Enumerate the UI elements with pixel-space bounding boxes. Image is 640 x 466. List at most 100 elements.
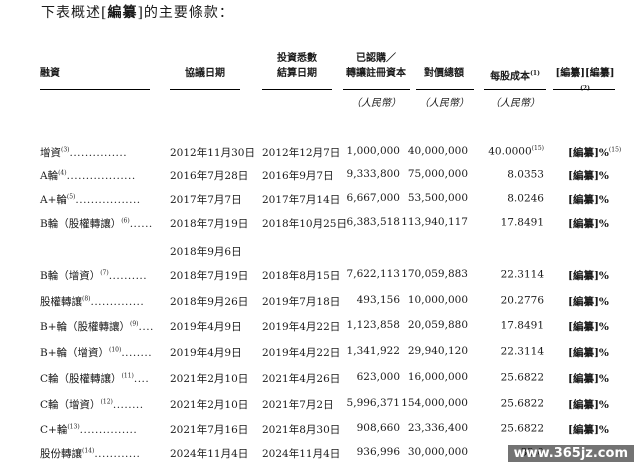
row-financing-label: C輪（股權轉讓）(11).... xyxy=(40,371,149,386)
row-label-note: (14) xyxy=(82,447,95,455)
row-capital: 6,383,518 xyxy=(346,216,400,228)
row-cost-value: 17.8491 xyxy=(500,319,544,332)
row-discount: [編纂]% xyxy=(568,397,609,412)
row-consideration: 29,940,120 xyxy=(407,345,468,357)
row-label-note: (11) xyxy=(121,372,134,380)
row-cost-per-share: 22.3114 xyxy=(470,345,544,358)
row-cost-per-share: 25.6822 xyxy=(470,422,544,435)
row-agreement-date: 2019年4月9日 xyxy=(170,321,242,333)
row-discount-value: [編纂]% xyxy=(568,170,609,182)
row-cost-value: 25.6822 xyxy=(500,422,544,435)
row-cost-per-share: 17.8491 xyxy=(470,216,544,229)
row-discount-value: [編纂]% xyxy=(568,373,609,385)
row-label-note: (4) xyxy=(58,169,67,177)
row-cost-per-share: 22.3114 xyxy=(470,268,544,281)
row-label-note: (13) xyxy=(67,423,80,431)
row-financing-label: B+輪（增資）(10)........ xyxy=(40,345,152,360)
row-discount: [編纂]% xyxy=(568,345,609,360)
rule-financing xyxy=(40,89,150,90)
rule-agreement xyxy=(170,89,240,90)
row-settlement-date: 2019年4月22日 xyxy=(262,347,341,359)
unit-cost: （人民幣） xyxy=(490,98,540,109)
row-financing-label: A輪(4).................. xyxy=(40,168,136,183)
header-consideration: 對價總額 xyxy=(424,68,464,79)
header-discount: [編纂][編纂](2) xyxy=(552,66,618,99)
row-discount: [編纂]%(15) xyxy=(568,145,621,160)
row-leader-dots: ............ xyxy=(94,448,141,460)
row-cost-per-share: 17.8491 xyxy=(470,319,544,332)
row-cost-value: 40.0000 xyxy=(488,145,532,158)
row-settlement-date: 2016年9月7日 xyxy=(262,170,334,182)
row-financing-label: B輪（增資）(7).......... xyxy=(40,268,147,283)
row-settlement-date: 2019年4月22日 xyxy=(262,321,341,333)
row-settlement-date: 2018年8月15日 xyxy=(262,270,341,282)
row-cost-note: (15) xyxy=(531,145,544,152)
row-capital: 493,156 xyxy=(356,294,400,306)
row-cost-per-share: 25.6822 xyxy=(470,371,544,384)
row-consideration: 75,000,000 xyxy=(407,168,468,180)
header-capital-line2: 轉讓註冊資本 xyxy=(346,68,406,79)
row-financing-label: B輪（股權轉讓）(6)...... xyxy=(40,216,153,231)
row-capital: 936,996 xyxy=(356,446,400,458)
rule-settlement xyxy=(262,89,332,90)
row-capital: 623,000 xyxy=(356,371,400,383)
header-settlement-line1: 投資悉數 xyxy=(277,53,317,64)
watermark: www.365jz.com xyxy=(507,445,634,462)
row-financing-label: B+輪（股權轉讓）(9).... xyxy=(40,319,154,334)
row-discount-value: [編纂]% xyxy=(568,270,609,282)
row-cost-value: 22.3114 xyxy=(500,268,544,281)
row-consideration: 20,059,880 xyxy=(407,319,468,331)
header-settlement-date: 投資悉數 結算日期 xyxy=(262,51,332,81)
row-capital: 7,622,113 xyxy=(346,268,400,280)
row-leader-dots: ........ xyxy=(112,399,144,411)
row-discount-value: [編纂]% xyxy=(568,399,609,411)
header-discount-label: [編纂][編纂] xyxy=(555,68,615,79)
row-discount-value: [編纂]% xyxy=(568,194,609,206)
row-consideration: 154,000,000 xyxy=(401,397,468,409)
row-label-text: 增資 xyxy=(40,147,61,159)
row-discount: [編纂]% xyxy=(568,319,609,334)
row-cost-value: 8.0246 xyxy=(507,192,544,205)
row-cost-per-share: 40.0000(15) xyxy=(470,145,544,158)
row-discount: [編纂]% xyxy=(568,168,609,183)
row-consideration: 10,000,000 xyxy=(407,294,468,306)
row-cost-value: 22.3114 xyxy=(500,345,544,358)
row-capital: 1,123,858 xyxy=(346,319,400,331)
row-agreement-date: 2021年2月10日 xyxy=(170,399,249,411)
row-financing-label: C+輪(13)............... xyxy=(40,422,137,437)
row-discount: [編纂]% xyxy=(568,268,609,283)
row-label-text: B輪（股權轉讓） xyxy=(40,218,122,230)
row-cost-value: 8.0353 xyxy=(507,168,544,181)
row-financing-label: 股份轉讓(14)............ xyxy=(40,446,140,461)
extra-date: 2018年9月6日 xyxy=(170,246,242,258)
row-discount-value: [編纂]% xyxy=(568,424,609,436)
row-consideration: 170,059,883 xyxy=(401,268,468,280)
row-leader-dots: ............... xyxy=(79,424,138,436)
row-cost-per-share: 20.2776 xyxy=(470,294,544,307)
row-settlement-date: 2021年4月26日 xyxy=(262,373,341,385)
row-label-text: 股權轉讓 xyxy=(40,296,82,308)
row-cost-value: 25.6822 xyxy=(500,371,544,384)
header-capital: 已認購／ 轉讓註冊資本 xyxy=(340,51,412,81)
row-leader-dots: .......... xyxy=(108,270,148,282)
row-settlement-date: 2024年11月4日 xyxy=(262,448,341,460)
row-consideration: 53,500,000 xyxy=(407,192,468,204)
row-capital: 1,341,922 xyxy=(346,345,400,357)
row-label-text: C+輪 xyxy=(40,424,68,436)
row-leader-dots: ............... xyxy=(69,147,128,159)
row-agreement-date: 2019年4月9日 xyxy=(170,347,242,359)
row-cost-per-share: 8.0246 xyxy=(470,192,544,205)
row-financing-label: 股權轉讓(8).............. xyxy=(40,294,144,309)
header-agreement-date: 協議日期 xyxy=(185,68,225,79)
header-cost-per-share: 每股成本(1) xyxy=(480,66,550,84)
row-capital: 6,667,000 xyxy=(346,192,400,204)
row-label-text: C輪（股權轉讓） xyxy=(40,373,122,385)
row-label-text: A輪 xyxy=(40,170,59,182)
rule-discount xyxy=(553,89,615,90)
row-label-text: A+輪 xyxy=(40,194,67,206)
row-cost-value: 25.6822 xyxy=(500,397,544,410)
row-label-note: (8) xyxy=(82,295,91,303)
row-discount-value: [編纂]% xyxy=(568,347,609,359)
row-discount-value: [編纂]% xyxy=(568,147,609,159)
row-capital: 5,996,371 xyxy=(346,397,400,409)
